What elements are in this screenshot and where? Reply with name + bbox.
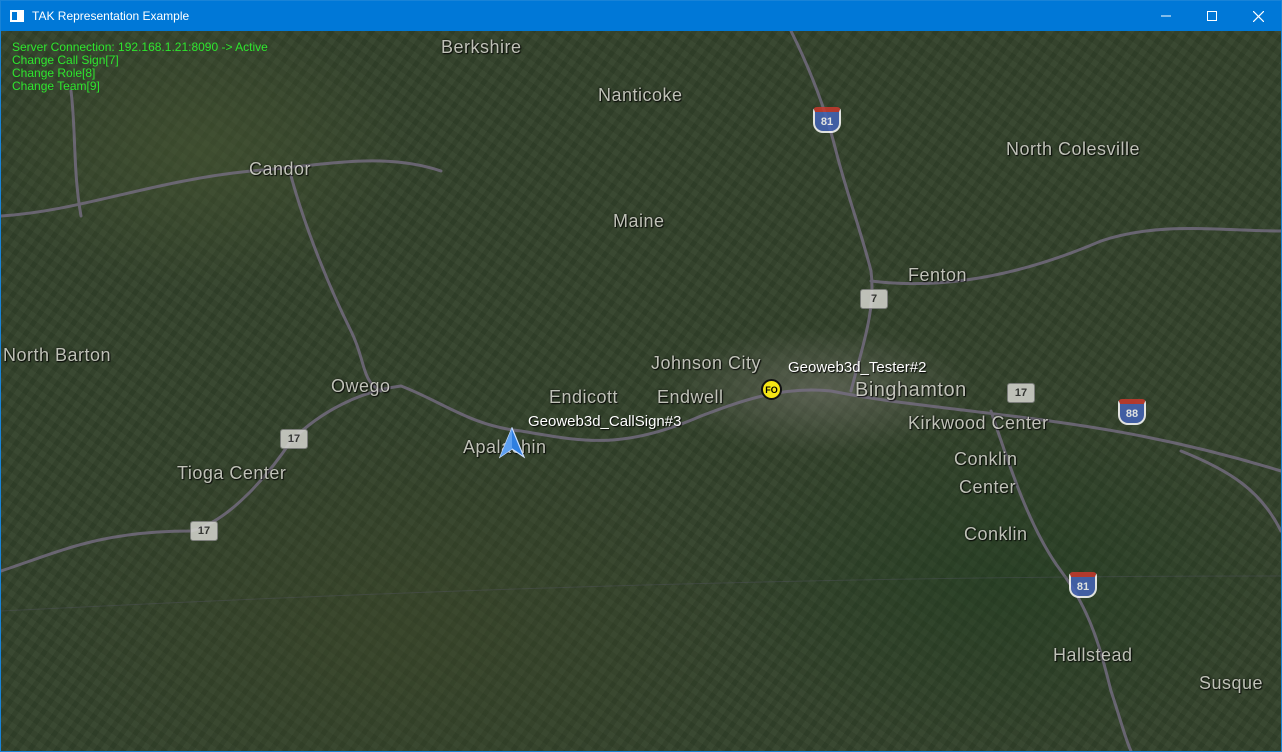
- place-label: Berkshire: [441, 37, 522, 57]
- place-label: Conklin: [954, 449, 1018, 469]
- window-controls: [1143, 1, 1281, 31]
- tester-marker-label: Geoweb3d_Tester#2: [788, 359, 927, 376]
- place-label: Center: [959, 477, 1017, 497]
- maximize-icon: [1207, 11, 1217, 21]
- place-label: Binghamton: [855, 379, 967, 401]
- app-icon: [10, 10, 24, 22]
- change-team-hint[interactable]: Change Team[9]: [12, 80, 268, 93]
- interstate-81-shield: 81: [1069, 572, 1097, 598]
- place-label: Tioga Center: [177, 463, 287, 483]
- close-icon: [1252, 10, 1264, 22]
- window-title: TAK Representation Example: [32, 9, 190, 23]
- place-label: Nanticoke: [598, 85, 683, 105]
- maximize-button[interactable]: [1189, 1, 1235, 31]
- hud-overlay: Server Connection: 192.168.1.21:8090 -> …: [12, 41, 268, 93]
- place-label: Hallstead: [1053, 645, 1133, 665]
- place-label: Conklin: [964, 524, 1028, 544]
- close-button[interactable]: [1235, 1, 1281, 31]
- interstate-88-shield: 88: [1118, 399, 1146, 425]
- place-label: Fenton: [908, 265, 968, 285]
- route-7-shield: 7: [860, 289, 888, 309]
- place-label: Owego: [331, 376, 391, 396]
- place-label: Johnson City: [651, 353, 762, 373]
- callsign-marker-label: Geoweb3d_CallSign#3: [528, 413, 682, 430]
- route-17-shield: 17: [1007, 383, 1035, 403]
- route-17-shield: 17: [190, 521, 218, 541]
- interstate-81-shield: 81: [813, 107, 841, 133]
- navigation-arrow-icon[interactable]: [499, 427, 525, 459]
- map-view[interactable]: Berkshire Nanticoke North Colesville Can…: [1, 31, 1281, 751]
- place-label: Susque: [1199, 673, 1264, 693]
- fo-marker-icon[interactable]: FO: [761, 379, 782, 400]
- place-label: North Barton: [3, 345, 112, 365]
- minimize-button[interactable]: [1143, 1, 1189, 31]
- route-17-shield: 17: [280, 429, 308, 449]
- place-label: Kirkwood Center: [908, 413, 1049, 433]
- place-label: North Colesville: [1006, 139, 1141, 159]
- app-window: TAK Representation Example Berkshire Nan…: [0, 0, 1282, 752]
- place-label: Endwell: [657, 387, 724, 407]
- minimize-icon: [1161, 15, 1171, 17]
- title-bar[interactable]: TAK Representation Example: [1, 1, 1281, 31]
- place-label: Maine: [613, 211, 665, 231]
- place-label: Candor: [249, 159, 312, 179]
- place-label: Endicott: [549, 387, 619, 407]
